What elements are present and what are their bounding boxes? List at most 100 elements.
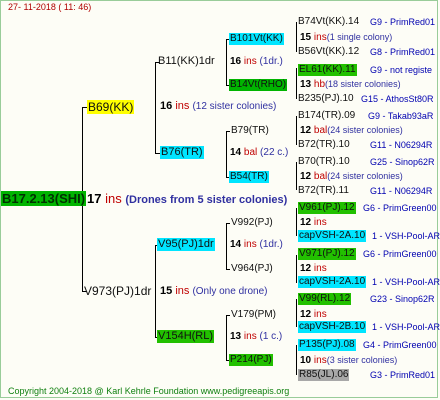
gen2-b76-queen[interactable]: B76(TR)	[160, 146, 204, 159]
gen1-upper-info: 16 ins (12 sister colonies)	[160, 101, 276, 112]
gen3-b54-ins: bal	[313, 171, 328, 182]
gen4-info: 1 - VSH-Pool-AR	[372, 231, 440, 241]
gen4-info: G6 - PrimGreen00	[363, 203, 437, 213]
gen3-p214-ins: ins	[313, 355, 327, 366]
gen2-v95-info: 14 ins (1dr.)	[230, 240, 283, 250]
root-queen[interactable]: B17.2.13(SHI)	[1, 191, 87, 206]
tree-connector	[296, 255, 297, 283]
gen3-v964-queen[interactable]: V964(PJ)	[231, 264, 273, 274]
gen3-b101-num: 15	[300, 32, 312, 43]
gen4-name[interactable]: capVSH-2B.10	[298, 321, 367, 333]
tree-connector	[296, 116, 297, 145]
gen3-v179-num: 12	[300, 309, 312, 320]
gen3-b54-queen[interactable]: B54(TR)	[229, 171, 269, 183]
gen4-name[interactable]: P135(PJ).08	[298, 339, 356, 351]
gen2-v95-queen[interactable]: V95(PJ)1dr	[157, 238, 215, 251]
gen4-name[interactable]: V961(PJ).12	[298, 202, 356, 214]
gen3-p214-note: (3 sister colonies)	[326, 355, 398, 365]
gen1-upper-num: 16	[160, 100, 173, 112]
gen4-name[interactable]: capVSH-2A.10	[298, 230, 367, 242]
gen3-b54-num: 12	[300, 171, 312, 182]
gen4-name[interactable]: B72(TR).11	[298, 186, 349, 196]
gen3-p214-info: 10 ins(3 sister colonies)	[300, 356, 397, 366]
gen3-b14-ins: hb	[313, 79, 326, 90]
gen4-info: G4 - PrimGreen00	[363, 340, 437, 350]
gen3-v992-queen[interactable]: V992(PJ)	[231, 218, 273, 228]
tree-connector	[296, 68, 297, 99]
gen2-v95-num: 14	[230, 239, 242, 250]
root-note: (Drones from 5 sister colonies)	[125, 194, 288, 206]
gen4-info: 1 - VSH-Pool-AR	[372, 322, 440, 332]
gen4-name[interactable]: V99(RL).12	[298, 293, 352, 305]
gen3-b14-num: 13	[300, 79, 312, 90]
gen4-name[interactable]: EL61(KK).11	[298, 64, 357, 76]
gen2-b11-num: 16	[230, 56, 242, 67]
gen2-b11-ins: ins	[243, 56, 257, 67]
tree-connector	[226, 315, 230, 316]
date-stamp: 27- 11-2018 ( 11: 46)	[8, 2, 92, 12]
tree-connector	[296, 299, 297, 327]
gen3-b14-note: (18 sister colonies)	[325, 79, 401, 89]
gen4-name[interactable]: B70(TR).10	[298, 157, 350, 167]
gen4-name[interactable]: R85(JL).06	[298, 369, 350, 381]
gen4-info: G15 - AthosSt80R	[361, 94, 434, 104]
gen3-v179-queen[interactable]: V179(PM)	[231, 310, 276, 320]
gen3-b79-num: 12	[300, 125, 312, 136]
gen1-lower-num: 15	[160, 285, 173, 297]
gen3-b101-queen[interactable]: B101Vt(KK)	[229, 33, 284, 45]
gen4-info: G6 - PrimGreen00	[363, 249, 437, 259]
gen1-upper-ins: ins	[175, 100, 190, 112]
gen3-v179-info: 12 ins	[300, 310, 327, 320]
gen3-v179-ins: ins	[313, 309, 327, 320]
tree-connector	[296, 208, 297, 236]
gen3-b101-ins: ins	[313, 32, 327, 43]
gen1-upper-note: (12 sister colonies)	[192, 101, 277, 112]
gen4-info: G25 - Sinop62R	[370, 157, 435, 167]
gen1-lower-ins: ins	[175, 285, 190, 297]
gen2-v154-note: (1 c.)	[259, 331, 283, 342]
gen4-name[interactable]: B72(TR).10	[298, 140, 350, 150]
gen4-name[interactable]: B74Vt(KK).14	[298, 17, 359, 27]
gen2-v154-num: 13	[230, 331, 242, 342]
gen4-name[interactable]: B235(PJ).10	[298, 94, 354, 104]
gen4-name[interactable]: B174(TR).09	[298, 111, 355, 121]
tree-connector	[155, 62, 156, 153]
gen2-b76-ins: bal	[243, 147, 258, 158]
copyright-footer: Copyright 2004-2018 @ Karl Kehrle Founda…	[8, 386, 290, 396]
gen2-v95-note: (1dr.)	[259, 239, 283, 250]
gen3-v964-num: 12	[300, 263, 312, 274]
gen2-v154-queen[interactable]: V154H(RL)	[157, 330, 215, 343]
gen3-b101-info: 15 ins(1 single colony)	[300, 33, 392, 43]
tree-connector	[226, 131, 230, 132]
gen4-name[interactable]: B56Vt(KK).12	[298, 47, 359, 57]
gen1-upper-queen[interactable]: B69(KK)	[87, 100, 135, 114]
gen1-lower-queen[interactable]: V973(PJ)1dr	[84, 285, 151, 297]
tree-connector	[226, 315, 227, 360]
gen3-b54-note: (24 sister colonies)	[327, 171, 403, 181]
gen2-b76-num: 14	[230, 147, 242, 158]
gen4-info: 1 - VSH-Pool-AR	[372, 277, 440, 287]
root-drone-info: 17 ins (Drones from 5 sister colonies)	[87, 192, 287, 206]
gen4-name[interactable]: capVSH-2A.10	[298, 276, 367, 288]
gen3-v964-info: 12 ins	[300, 264, 327, 274]
gen3-b79-queen[interactable]: B79(TR)	[231, 126, 269, 136]
gen3-b14-info: 13 hb(18 sister colonies)	[300, 80, 401, 90]
gen4-name[interactable]: V971(PJ).12	[298, 248, 356, 260]
gen3-v964-ins: ins	[313, 263, 327, 274]
gen2-b11-queen[interactable]: B11(KK)1dr	[158, 56, 215, 67]
gen3-v992-info: 12 ins	[300, 218, 327, 228]
gen4-info: G11 - N06294R	[370, 140, 433, 150]
gen3-b14-queen[interactable]: B14Vt(RHO)	[229, 79, 288, 91]
root-ins: ins	[105, 191, 122, 206]
gen2-b76-note: (22 c.)	[260, 147, 289, 158]
gen3-v992-num: 12	[300, 217, 312, 228]
gen3-v992-ins: ins	[313, 217, 327, 228]
tree-connector	[226, 269, 230, 270]
gen4-info: G8 - PrimRed01	[370, 47, 436, 57]
gen2-v154-ins: ins	[243, 331, 257, 342]
tree-connector	[226, 131, 227, 177]
gen3-b79-note: (24 sister colonies)	[327, 125, 403, 135]
gen3-p214-queen[interactable]: P214(PJ)	[229, 354, 273, 366]
gen1-lower-info: 15 ins (Only one drone)	[160, 286, 267, 297]
gen2-v95-ins: ins	[243, 239, 257, 250]
